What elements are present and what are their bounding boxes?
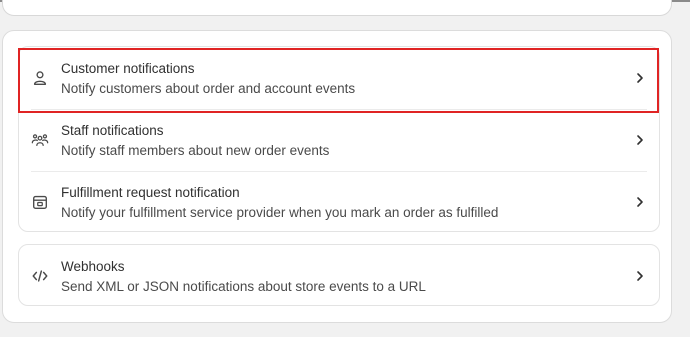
fulfillment-icon: [33, 195, 47, 209]
previous-card: [2, 0, 672, 16]
row-title: Staff notifications: [61, 123, 164, 138]
notifications-group: Customer notifications Notify customers …: [18, 46, 660, 232]
fulfillment-request-notification-row[interactable]: Fulfillment request notification Notify …: [19, 171, 659, 233]
person-icon: [33, 71, 47, 85]
row-subtitle: Send XML or JSON notifications about sto…: [61, 279, 426, 294]
team-icon: [31, 134, 49, 147]
row-title: Webhooks: [61, 259, 125, 274]
notifications-card: Customer notifications Notify customers …: [2, 30, 672, 323]
row-title: Customer notifications: [61, 61, 195, 76]
row-subtitle: Notify staff members about new order eve…: [61, 143, 330, 158]
row-subtitle: Notify your fulfillment service provider…: [61, 205, 499, 220]
chevron-right-icon: [637, 73, 643, 83]
chevron-right-icon: [637, 197, 643, 207]
customer-notifications-row[interactable]: Customer notifications Notify customers …: [19, 47, 659, 109]
row-subtitle: Notify customers about order and account…: [61, 81, 356, 96]
row-title: Fulfillment request notification: [61, 185, 240, 200]
staff-notifications-row[interactable]: Staff notifications Notify staff members…: [19, 109, 659, 171]
webhooks-row[interactable]: Webhooks Send XML or JSON notifications …: [19, 245, 659, 307]
chevron-right-icon: [637, 271, 643, 281]
webhooks-group: Webhooks Send XML or JSON notifications …: [18, 244, 660, 306]
code-icon: [32, 270, 48, 282]
chevron-right-icon: [637, 135, 643, 145]
